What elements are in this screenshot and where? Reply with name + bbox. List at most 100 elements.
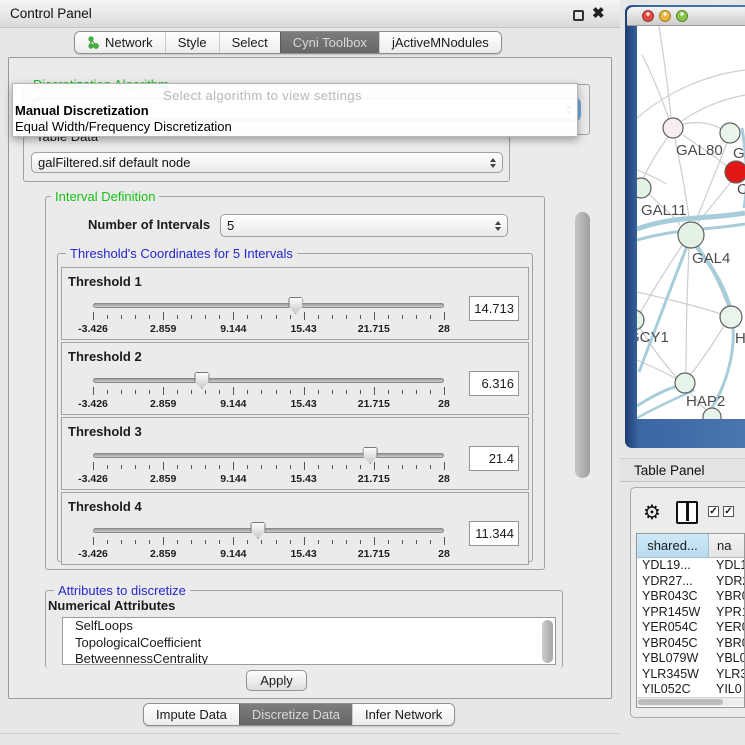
slider-tick (233, 537, 234, 545)
slider-tick (318, 465, 319, 469)
network-edge (643, 137, 668, 179)
network-node-HA[interactable] (720, 306, 742, 328)
checkbox-checked-icon[interactable]: ✓ (723, 506, 734, 517)
threshold-3-value-field[interactable]: 21.4 (469, 446, 519, 471)
network-node-GCY1[interactable] (637, 310, 644, 330)
slider-tick (233, 312, 234, 320)
number-of-intervals-select[interactable]: 5 (220, 214, 508, 237)
stepper-arrows-icon (490, 158, 496, 168)
numerical-attributes-label: Numerical Attributes (48, 598, 175, 613)
scrollbar-thumb[interactable] (638, 699, 723, 705)
slider-tick (304, 387, 305, 395)
slider-tick (149, 465, 150, 469)
table-row[interactable]: YBR045CYBR0 (637, 636, 745, 652)
column-header-name[interactable]: na (709, 534, 745, 558)
network-node-C[interactable] (725, 161, 745, 183)
slider-tick (163, 462, 164, 470)
attribute-item[interactable]: SelfLoops (63, 618, 555, 635)
table-row[interactable]: YDR27...YDR2 (637, 574, 745, 590)
slider-tick-label: -3.426 (78, 473, 108, 485)
slider-tick (346, 390, 347, 394)
table-horizontal-scrollbar[interactable] (637, 697, 744, 706)
tab-jactivemnodules[interactable]: jActiveMNodules (379, 32, 501, 53)
network-node-label: C (737, 181, 745, 198)
slider-tick (402, 540, 403, 544)
table-cell: YBR045C (637, 636, 709, 652)
network-canvas[interactable]: GAL80GACGAL11GAL4GCY1HAHAP2 (637, 26, 745, 419)
network-edge (639, 241, 689, 372)
panel-scrollbar[interactable] (575, 212, 590, 478)
network-node-label: GAL11 (641, 202, 687, 219)
network-edge (691, 326, 724, 374)
slider-tick (318, 315, 319, 319)
table-row[interactable]: YER054CYER0 (637, 620, 745, 636)
attribute-item[interactable]: TopologicalCoefficient (63, 635, 555, 652)
threshold-4-slider[interactable]: -3.4262.8599.14415.4321.71528 (93, 521, 444, 561)
table-cell: YBL0 (709, 651, 745, 667)
table-row[interactable]: YDL19...YDL1 (637, 558, 745, 574)
slider-tick (247, 465, 248, 469)
threshold-4-value-field[interactable]: 11.344 (469, 521, 519, 546)
slider-tick-label: 21.715 (358, 473, 390, 485)
table-cell: YIL0 (709, 682, 745, 698)
zoom-traffic-light-icon[interactable] (676, 10, 688, 22)
slider-tick (318, 540, 319, 544)
table-row[interactable]: YLR345WYLR3 (637, 667, 745, 683)
table-cell: YLR345W (637, 667, 709, 683)
list-scrollbar[interactable] (542, 620, 553, 663)
group-title: Interval Definition (51, 189, 159, 204)
slider-tick (402, 465, 403, 469)
close-traffic-light-icon[interactable] (642, 10, 654, 22)
tab-impute-data[interactable]: Impute Data (144, 704, 239, 725)
apply-button[interactable]: Apply (246, 670, 307, 691)
control-panel-title: Control Panel (10, 6, 92, 21)
tab-infer-network[interactable]: Infer Network (352, 704, 454, 725)
threshold-3-slider[interactable]: -3.4262.8599.14415.4321.71528 (93, 446, 444, 486)
slider-tick (261, 315, 262, 319)
checkbox-checked-icon[interactable]: ✓ (708, 506, 719, 517)
network-node-GA[interactable] (720, 123, 740, 143)
table-row[interactable]: YIL052CYIL0 (637, 682, 745, 698)
network-node-GAL80[interactable] (663, 118, 683, 138)
threshold-2-value-field[interactable]: 6.316 (469, 371, 519, 396)
slider-tick (304, 462, 305, 470)
node-attribute-table[interactable]: shared... na YDL19...YDL1YDR27...YDR2YBR… (636, 533, 745, 708)
split-view-icon[interactable] (676, 501, 698, 524)
threshold-2-slider[interactable]: -3.4262.8599.14415.4321.71528 (93, 371, 444, 411)
attribute-item[interactable]: BetweennessCentrality (63, 651, 555, 665)
threshold-1-value-field[interactable]: 14.713 (469, 296, 519, 321)
slider-tick (290, 465, 291, 469)
table-data-select[interactable]: galFiltered.sif default node (31, 152, 503, 173)
dropdown-option-equal-width[interactable]: Equal Width/Frequency Discretization (15, 119, 232, 134)
close-icon[interactable]: ✖ (592, 4, 605, 22)
gear-icon[interactable]: ⚙ (643, 500, 661, 525)
slider-tick-label: 28 (438, 323, 450, 335)
network-node-GAL11[interactable] (637, 178, 651, 198)
table-row[interactable]: YBR043CYBR0 (637, 589, 745, 605)
table-row[interactable]: YPR145WYPR1 (637, 605, 745, 621)
threshold-1-slider[interactable]: -3.4262.8599.14415.4321.71528 (93, 296, 444, 336)
dropdown-option-manual[interactable]: Manual Discretization (15, 103, 149, 118)
slider-tick (374, 387, 375, 395)
tab-select[interactable]: Select (219, 32, 280, 53)
tab-style[interactable]: Style (165, 32, 219, 53)
slider-tick (191, 465, 192, 469)
minimize-traffic-light-icon[interactable] (659, 10, 671, 22)
tab-label: Infer Network (365, 707, 442, 722)
float-window-icon[interactable] (573, 10, 584, 21)
network-node-GAL4[interactable] (678, 222, 704, 248)
column-header-shared-name[interactable]: shared... (637, 534, 709, 558)
tab-network[interactable]: Network (75, 32, 165, 53)
slider-tick (219, 315, 220, 319)
network-node-HAP2[interactable] (675, 373, 695, 393)
tab-cyni-toolbox[interactable]: Cyni Toolbox (280, 32, 379, 53)
slider-tick (191, 540, 192, 544)
numerical-attributes-list[interactable]: SelfLoopsTopologicalCoefficientBetweenne… (62, 617, 556, 665)
slider-track (93, 528, 444, 533)
tab-discretize-data[interactable]: Discretize Data (239, 704, 352, 725)
table-row[interactable]: YBL079WYBL0 (637, 651, 745, 667)
table-cell: YBR0 (709, 589, 745, 605)
slider-tick (135, 390, 136, 394)
slider-tick (261, 390, 262, 394)
threshold-label: Threshold 1 (68, 274, 142, 289)
